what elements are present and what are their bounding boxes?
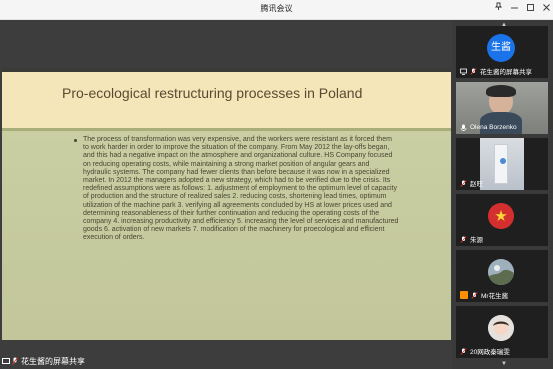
maximize-icon[interactable] (523, 2, 537, 16)
slide-header: Pro-ecological restructuring processes i… (2, 72, 451, 128)
mic-muted-icon (460, 235, 467, 243)
mic-icon (460, 124, 467, 131)
participant-name-row: Olena Borzenko (460, 122, 517, 132)
mic-muted-icon (470, 67, 477, 75)
screen-share-icon (460, 68, 467, 75)
participant-name-row: 20网政秦瑞雯 (460, 346, 510, 356)
participant-tile[interactable]: 赵旺 (456, 138, 548, 190)
avatar (488, 203, 514, 229)
slide-body-text: The process of transformation was very e… (83, 136, 399, 242)
title-bar: 腾讯会议 (0, 0, 553, 20)
participant-name: Olena Borzenko (470, 123, 517, 131)
screen-share-icon (2, 358, 10, 364)
participant-name: 花生酱的屏幕共享 (480, 69, 532, 76)
participant-name-row: 朱源 (460, 234, 483, 244)
mic-muted-icon (460, 179, 467, 187)
participant-tile[interactable]: 生酱 花生酱的屏幕共享 (456, 26, 548, 78)
participant-name-row: Mr花生酱 (460, 290, 508, 300)
screen-share-owner: 花生酱的屏幕共享 (21, 356, 85, 366)
mic-muted-icon (12, 357, 18, 365)
participant-tile[interactable]: 20网政秦瑞雯 (456, 306, 548, 358)
host-badge-icon (460, 291, 468, 299)
participant-tile[interactable]: Olena Borzenko (456, 82, 548, 134)
minimize-icon[interactable] (507, 2, 521, 16)
participant-tile[interactable]: Mr花生酱 (456, 250, 548, 302)
participant-tile[interactable]: 朱源 (456, 194, 548, 246)
scroll-down-icon[interactable]: ▼ (500, 361, 508, 367)
shared-screen-area[interactable]: Pro-ecological restructuring processes i… (0, 20, 452, 369)
participant-name: 20网政秦瑞雯 (470, 349, 510, 356)
participant-name: Mr花生酱 (481, 293, 509, 300)
video-feed (480, 138, 524, 190)
participant-panel: ▲ 生酱 花生酱的屏幕共享 Olena Borzenko 赵旺 朱源 Mr花生酱… (452, 20, 553, 369)
participant-name-row: 花生酱的屏幕共享 (460, 66, 532, 76)
mic-muted-icon (460, 347, 467, 355)
object-detail (500, 158, 506, 164)
mic-muted-icon (471, 291, 478, 299)
participant-name: 朱源 (470, 237, 483, 244)
avatar (488, 259, 514, 285)
presentation-slide: Pro-ecological restructuring processes i… (2, 68, 451, 340)
window-title: 腾讯会议 (260, 4, 293, 13)
close-icon[interactable] (539, 2, 553, 16)
screen-share-label: 花生酱的屏幕共享 (2, 354, 85, 368)
bullet-point (74, 139, 77, 142)
pin-icon[interactable] (491, 2, 505, 16)
object-shape (494, 144, 508, 184)
avatar: 生酱 (487, 34, 515, 62)
participant-name: 赵旺 (470, 181, 483, 188)
slide-title: Pro-ecological restructuring processes i… (62, 85, 363, 101)
participant-name-row: 赵旺 (460, 178, 483, 188)
hair-shape (486, 85, 516, 97)
avatar (488, 315, 514, 341)
